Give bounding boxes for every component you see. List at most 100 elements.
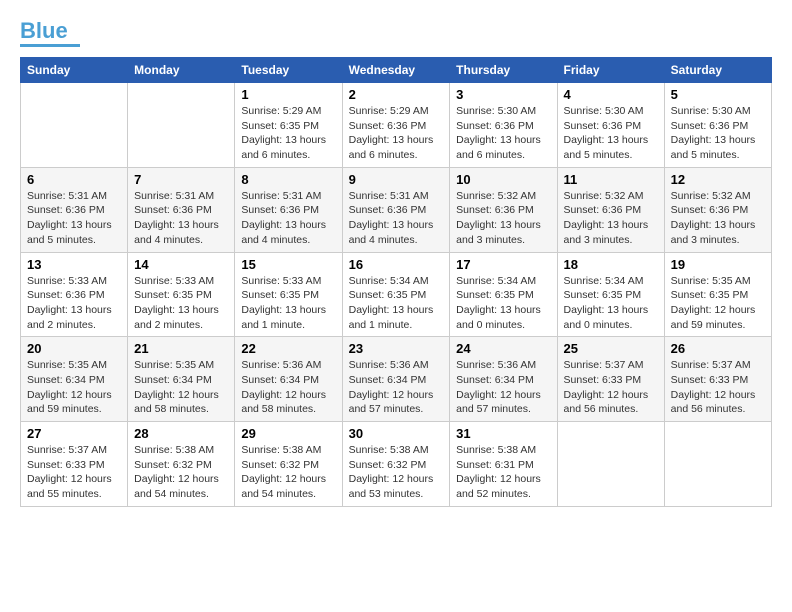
day-number: 19 (671, 257, 765, 272)
calendar-cell: 19 Sunrise: 5:35 AM Sunset: 6:35 PM Dayli… (664, 252, 771, 337)
day-header-monday: Monday (128, 58, 235, 83)
calendar-cell: 9 Sunrise: 5:31 AM Sunset: 6:36 PM Daylig… (342, 167, 450, 252)
calendar-week-1: 1 Sunrise: 5:29 AM Sunset: 6:35 PM Daylig… (21, 83, 772, 168)
day-info: Sunrise: 5:31 AM Sunset: 6:36 PM Dayligh… (349, 189, 444, 248)
day-info: Sunrise: 5:37 AM Sunset: 6:33 PM Dayligh… (564, 358, 658, 417)
day-number: 16 (349, 257, 444, 272)
calendar-cell (557, 422, 664, 507)
day-number: 9 (349, 172, 444, 187)
day-info: Sunrise: 5:32 AM Sunset: 6:36 PM Dayligh… (671, 189, 765, 248)
day-number: 28 (134, 426, 228, 441)
calendar-cell: 17 Sunrise: 5:34 AM Sunset: 6:35 PM Dayli… (450, 252, 557, 337)
calendar-cell (128, 83, 235, 168)
calendar-cell: 22 Sunrise: 5:36 AM Sunset: 6:34 PM Dayli… (235, 337, 342, 422)
calendar-cell: 20Sunrise: 5:35 AM Sunset: 6:34 PM Dayli… (21, 337, 128, 422)
calendar-cell: 28 Sunrise: 5:38 AM Sunset: 6:32 PM Dayli… (128, 422, 235, 507)
calendar-cell: 13Sunrise: 5:33 AM Sunset: 6:36 PM Dayli… (21, 252, 128, 337)
day-info: Sunrise: 5:29 AM Sunset: 6:36 PM Dayligh… (349, 104, 444, 163)
day-number: 25 (564, 341, 658, 356)
day-info: Sunrise: 5:34 AM Sunset: 6:35 PM Dayligh… (349, 274, 444, 333)
logo: Blue (20, 20, 80, 47)
day-number: 11 (564, 172, 658, 187)
calendar-cell: 5Sunrise: 5:30 AM Sunset: 6:36 PM Daylig… (664, 83, 771, 168)
logo-blue: Blue (20, 18, 68, 43)
calendar-cell: 30Sunrise: 5:38 AM Sunset: 6:32 PM Dayli… (342, 422, 450, 507)
calendar-cell: 12 Sunrise: 5:32 AM Sunset: 6:36 PM Dayli… (664, 167, 771, 252)
day-number: 27 (27, 426, 121, 441)
day-number: 20 (27, 341, 121, 356)
page-header: Blue (20, 20, 772, 47)
calendar-cell (664, 422, 771, 507)
day-number: 18 (564, 257, 658, 272)
day-number: 10 (456, 172, 550, 187)
day-number: 12 (671, 172, 765, 187)
calendar-cell: 16 Sunrise: 5:34 AM Sunset: 6:35 PM Dayli… (342, 252, 450, 337)
calendar-cell (21, 83, 128, 168)
day-info: Sunrise: 5:35 AM Sunset: 6:35 PM Dayligh… (671, 274, 765, 333)
day-info: Sunrise: 5:32 AM Sunset: 6:36 PM Dayligh… (564, 189, 658, 248)
calendar-header-row: SundayMondayTuesdayWednesdayThursdayFrid… (21, 58, 772, 83)
calendar-cell: 26 Sunrise: 5:37 AM Sunset: 6:33 PM Dayli… (664, 337, 771, 422)
logo-text: Blue (20, 20, 68, 42)
day-number: 29 (241, 426, 335, 441)
calendar-cell: 27 Sunrise: 5:37 AM Sunset: 6:33 PM Dayli… (21, 422, 128, 507)
calendar-cell: 2 Sunrise: 5:29 AM Sunset: 6:36 PM Daylig… (342, 83, 450, 168)
day-header-thursday: Thursday (450, 58, 557, 83)
day-info: Sunrise: 5:35 AM Sunset: 6:34 PM Dayligh… (134, 358, 228, 417)
day-info: Sunrise: 5:33 AM Sunset: 6:35 PM Dayligh… (241, 274, 335, 333)
calendar-cell: 4Sunrise: 5:30 AM Sunset: 6:36 PM Daylig… (557, 83, 664, 168)
calendar-cell: 21Sunrise: 5:35 AM Sunset: 6:34 PM Dayli… (128, 337, 235, 422)
day-info: Sunrise: 5:34 AM Sunset: 6:35 PM Dayligh… (564, 274, 658, 333)
calendar-cell: 23Sunrise: 5:36 AM Sunset: 6:34 PM Dayli… (342, 337, 450, 422)
day-number: 14 (134, 257, 228, 272)
day-number: 2 (349, 87, 444, 102)
day-info: Sunrise: 5:38 AM Sunset: 6:32 PM Dayligh… (134, 443, 228, 502)
day-info: Sunrise: 5:30 AM Sunset: 6:36 PM Dayligh… (564, 104, 658, 163)
day-header-saturday: Saturday (664, 58, 771, 83)
day-info: Sunrise: 5:30 AM Sunset: 6:36 PM Dayligh… (671, 104, 765, 163)
calendar-cell: 7Sunrise: 5:31 AM Sunset: 6:36 PM Daylig… (128, 167, 235, 252)
day-number: 23 (349, 341, 444, 356)
logo-underline (20, 44, 80, 47)
calendar-cell: 1 Sunrise: 5:29 AM Sunset: 6:35 PM Daylig… (235, 83, 342, 168)
day-info: Sunrise: 5:29 AM Sunset: 6:35 PM Dayligh… (241, 104, 335, 163)
calendar-cell: 31Sunrise: 5:38 AM Sunset: 6:31 PM Dayli… (450, 422, 557, 507)
calendar-week-4: 20 Sunrise: 5:35 AM Sunset: 6:34 PM Dayli… (21, 337, 772, 422)
calendar-week-3: 13Sunrise: 5:33 AM Sunset: 6:36 PM Dayli… (21, 252, 772, 337)
day-info: Sunrise: 5:30 AM Sunset: 6:36 PM Dayligh… (456, 104, 550, 163)
day-number: 13 (27, 257, 121, 272)
day-number: 1 (241, 87, 335, 102)
calendar-cell: 15 Sunrise: 5:33 AM Sunset: 6:35 PM Dayli… (235, 252, 342, 337)
calendar-cell: 11 Sunrise: 5:32 AM Sunset: 6:36 PM Dayli… (557, 167, 664, 252)
day-info: Sunrise: 5:33 AM Sunset: 6:35 PM Dayligh… (134, 274, 228, 333)
day-info: Sunrise: 5:38 AM Sunset: 6:32 PM Dayligh… (241, 443, 335, 502)
day-header-wednesday: Wednesday (342, 58, 450, 83)
calendar-cell: 3 Sunrise: 5:30 AM Sunset: 6:36 PM Daylig… (450, 83, 557, 168)
day-number: 26 (671, 341, 765, 356)
calendar-week-5: 27 Sunrise: 5:37 AM Sunset: 6:33 PM Dayli… (21, 422, 772, 507)
day-info: Sunrise: 5:36 AM Sunset: 6:34 PM Dayligh… (241, 358, 335, 417)
day-info: Sunrise: 5:31 AM Sunset: 6:36 PM Dayligh… (27, 189, 121, 248)
calendar-cell: 14 Sunrise: 5:33 AM Sunset: 6:35 PM Dayli… (128, 252, 235, 337)
calendar-week-2: 6 Sunrise: 5:31 AM Sunset: 6:36 PM Daylig… (21, 167, 772, 252)
day-info: Sunrise: 5:37 AM Sunset: 6:33 PM Dayligh… (671, 358, 765, 417)
day-number: 3 (456, 87, 550, 102)
day-info: Sunrise: 5:37 AM Sunset: 6:33 PM Dayligh… (27, 443, 121, 502)
day-number: 8 (241, 172, 335, 187)
day-number: 22 (241, 341, 335, 356)
day-info: Sunrise: 5:36 AM Sunset: 6:34 PM Dayligh… (456, 358, 550, 417)
day-info: Sunrise: 5:38 AM Sunset: 6:31 PM Dayligh… (456, 443, 550, 502)
day-number: 24 (456, 341, 550, 356)
calendar-cell: 18 Sunrise: 5:34 AM Sunset: 6:35 PM Dayli… (557, 252, 664, 337)
day-number: 15 (241, 257, 335, 272)
day-header-tuesday: Tuesday (235, 58, 342, 83)
day-info: Sunrise: 5:31 AM Sunset: 6:36 PM Dayligh… (241, 189, 335, 248)
day-number: 7 (134, 172, 228, 187)
calendar-cell: 24 Sunrise: 5:36 AM Sunset: 6:34 PM Dayli… (450, 337, 557, 422)
calendar-cell: 29 Sunrise: 5:38 AM Sunset: 6:32 PM Dayli… (235, 422, 342, 507)
calendar-cell: 10Sunrise: 5:32 AM Sunset: 6:36 PM Dayli… (450, 167, 557, 252)
day-info: Sunrise: 5:34 AM Sunset: 6:35 PM Dayligh… (456, 274, 550, 333)
day-number: 6 (27, 172, 121, 187)
calendar-cell: 25 Sunrise: 5:37 AM Sunset: 6:33 PM Dayli… (557, 337, 664, 422)
day-number: 17 (456, 257, 550, 272)
